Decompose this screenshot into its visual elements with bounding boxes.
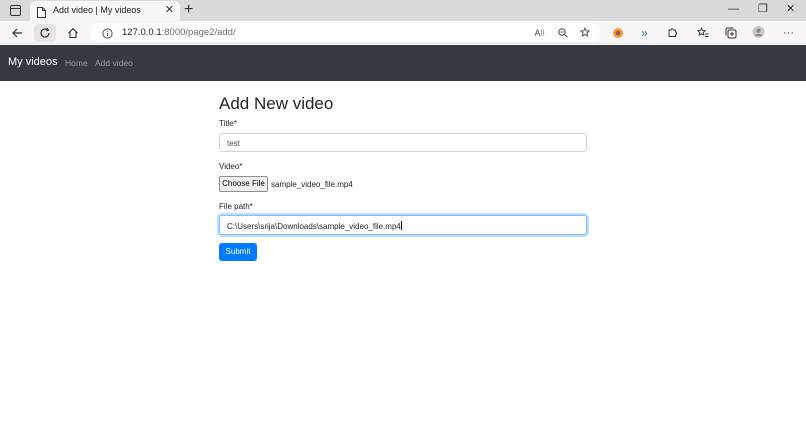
browser-toolbar: 127.0.0.1:8000/page2/add/ A)) » ··· — [0, 21, 806, 44]
choose-file-button[interactable]: Choose File — [219, 176, 268, 192]
url-text: 127.0.0.1:8000/page2/add/ — [122, 27, 236, 38]
tab-close-icon[interactable]: ✕ — [165, 4, 174, 16]
address-bar[interactable]: 127.0.0.1:8000/page2/add/ A)) — [90, 23, 600, 42]
collections-icon[interactable] — [724, 26, 737, 39]
extensions-puzzle-icon[interactable] — [666, 26, 679, 39]
file-path-value: C:\Users\srija\Downloads\sample_video_fi… — [227, 222, 401, 231]
browser-tab-active[interactable]: Add video | My videos ✕ — [30, 1, 180, 21]
file-path-input[interactable]: C:\Users\srija\Downloads\sample_video_fi… — [219, 215, 587, 235]
extension-arrows-icon[interactable]: » — [638, 26, 651, 40]
favorites-icon[interactable] — [696, 26, 709, 39]
more-menu-icon[interactable]: ··· — [782, 26, 795, 39]
navbar-brand[interactable]: My videos — [8, 56, 58, 68]
url-path: :8000/page2/add/ — [161, 27, 236, 38]
url-host: 127.0.0.1 — [122, 27, 162, 38]
title-label: Title* — [219, 119, 237, 128]
site-navbar: My videos Home Add video — [0, 45, 806, 81]
nav-link-add-video[interactable]: Add video — [95, 58, 133, 68]
submit-button[interactable]: Submit — [219, 243, 257, 261]
video-label: Video* — [219, 162, 243, 171]
favorite-add-icon[interactable] — [579, 26, 592, 39]
zoom-icon[interactable] — [556, 26, 569, 39]
text-caret — [400, 221, 402, 230]
title-input[interactable]: test — [219, 133, 587, 152]
minimize-button[interactable]: — — [728, 3, 739, 15]
chosen-file-name: sample_video_file.mp4 — [271, 180, 353, 189]
profile-avatar-icon[interactable] — [752, 25, 765, 38]
close-window-button[interactable]: ✕ — [786, 3, 795, 15]
refresh-icon[interactable] — [34, 24, 56, 42]
extension-color-icon[interactable] — [611, 26, 624, 39]
read-aloud-icon[interactable]: A)) — [533, 26, 546, 39]
tab-title: Add video | My videos — [53, 5, 141, 15]
back-arrow-icon[interactable] — [9, 25, 25, 41]
browser-tab-bar: Add video | My videos ✕ + — ❐ ✕ — [0, 0, 806, 21]
restore-button[interactable]: ❐ — [758, 3, 768, 15]
file-path-label: File path* — [219, 202, 253, 211]
nav-link-home[interactable]: Home — [65, 58, 88, 68]
new-tab-button[interactable]: + — [184, 1, 193, 19]
page-title: Add New video — [219, 94, 334, 113]
site-info-icon[interactable] — [102, 26, 113, 44]
tab-actions-icon[interactable] — [9, 4, 21, 16]
home-icon[interactable] — [65, 25, 81, 41]
